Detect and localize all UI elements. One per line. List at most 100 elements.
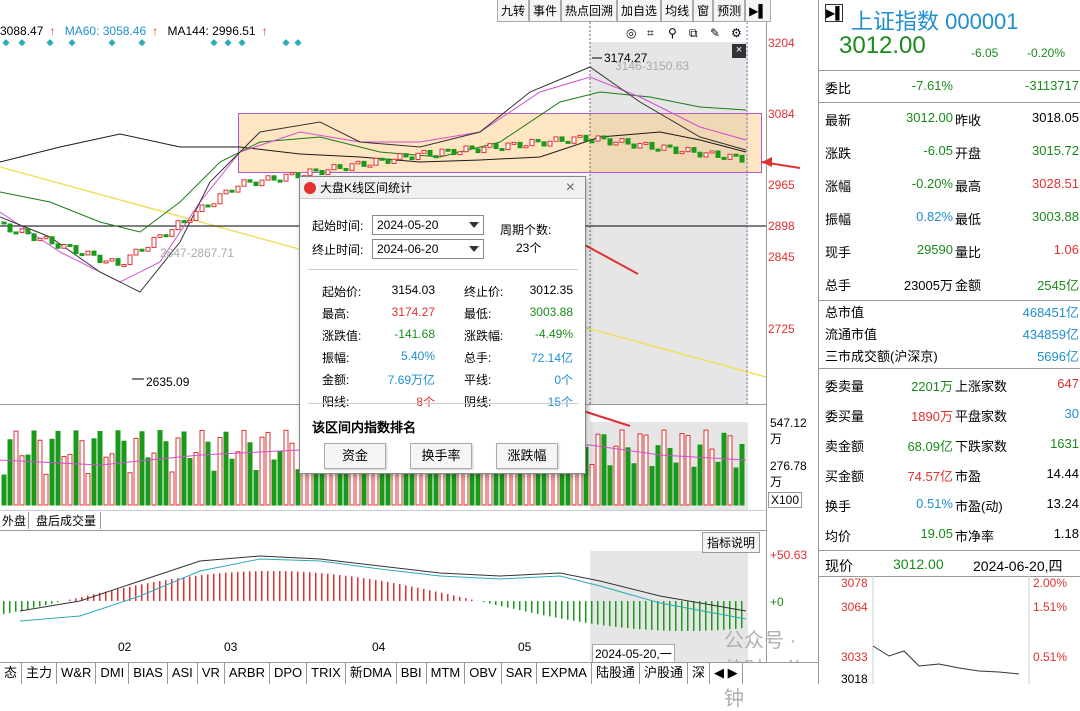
- macd-bar: [333, 574, 335, 601]
- tab-indicator[interactable]: W&R: [57, 663, 96, 684]
- macd-bar: [597, 601, 599, 625]
- tab-indicator[interactable]: 沪股通: [640, 663, 688, 684]
- volume-bar: [296, 470, 300, 505]
- volume-bar: [722, 433, 726, 505]
- chart-close-button[interactable]: ×: [732, 44, 746, 58]
- macd-bar: [159, 581, 161, 601]
- macd-bar: [327, 574, 329, 601]
- change-pct-button[interactable]: 涨跌幅: [496, 443, 558, 469]
- volume-bar: [254, 470, 258, 505]
- tab-indicator[interactable]: 主力: [22, 663, 57, 684]
- volume-bar: [134, 438, 138, 505]
- macd-bar: [225, 573, 227, 601]
- tab-indicator[interactable]: BIAS: [129, 663, 168, 684]
- volume-bar: [8, 440, 12, 505]
- indicator-help-button[interactable]: 指标说明: [702, 532, 760, 553]
- mini-tick: 3033: [841, 650, 868, 664]
- volume-bar: [188, 459, 192, 505]
- tab-indicator[interactable]: 深: [688, 663, 710, 684]
- toolbar-ma[interactable]: 均线: [661, 0, 693, 22]
- index-price: 3012.00: [839, 32, 926, 60]
- price-tick: 3204: [768, 36, 795, 50]
- tab-indicator[interactable]: SAR: [502, 663, 538, 684]
- toolbar-last-icon[interactable]: ▶▌: [745, 0, 771, 22]
- dialog-titlebar[interactable]: 大盘K线区间统计 ×: [300, 177, 585, 199]
- macd-tick: +0: [770, 595, 784, 609]
- toolbar-window[interactable]: 窗: [693, 0, 713, 22]
- tab-indicator[interactable]: TRIX: [307, 663, 346, 684]
- volume-bar: [20, 456, 24, 505]
- volume-bar: [734, 468, 738, 505]
- turnover-button[interactable]: 换手率: [410, 443, 472, 469]
- macd-bar: [513, 601, 515, 609]
- panel-toggle-icon[interactable]: ▶▌: [825, 4, 843, 22]
- copy-icon[interactable]: ⧉: [689, 26, 698, 41]
- tab-indicator[interactable]: OBV: [465, 663, 501, 684]
- tab-indicator[interactable]: ARBR: [225, 663, 270, 684]
- tab-indicator[interactable]: DMI: [96, 663, 129, 684]
- tab-indicator[interactable]: MTM: [427, 663, 466, 684]
- volume-bar: [236, 452, 240, 505]
- end-select[interactable]: 2024-06-20: [372, 239, 484, 259]
- volume-bar: [170, 472, 174, 505]
- funds-button[interactable]: 资金: [324, 443, 386, 469]
- volume-bar: [140, 432, 144, 505]
- tab-indicator[interactable]: DPO: [270, 663, 307, 684]
- lock-icon[interactable]: ⚲: [668, 26, 677, 40]
- eye-icon[interactable]: ◎: [626, 26, 636, 40]
- stat-label: 平线:: [464, 371, 491, 388]
- tab-indicator[interactable]: 新DMA: [346, 663, 397, 684]
- tab-outer-disk[interactable]: 外盘: [0, 512, 29, 529]
- macd-bar: [495, 601, 497, 605]
- volume-bar: [698, 445, 702, 505]
- macd-bar: [681, 601, 683, 631]
- tab-indicator[interactable]: VR: [198, 663, 225, 684]
- chevron-down-icon: [469, 222, 479, 228]
- quote-row: 现手 29590 量比 1.06: [819, 234, 1080, 266]
- tab-indicator[interactable]: 态: [0, 663, 22, 684]
- volume-bar: [266, 432, 270, 505]
- macd-bar: [231, 572, 233, 601]
- macd-bar: [627, 601, 629, 628]
- macd-bar: [543, 601, 545, 615]
- volume-bar: [284, 430, 288, 505]
- macd-bar: [45, 601, 47, 605]
- edit-icon[interactable]: ✎: [710, 26, 720, 40]
- macd-bar: [345, 576, 347, 601]
- macd-bar: [27, 601, 29, 609]
- quote-row: 最新 3012.00 昨收 3018.05: [819, 102, 1080, 134]
- volume-bar: [212, 471, 216, 505]
- tab-after-hours-volume[interactable]: 盘后成交量: [32, 512, 101, 529]
- volume-bar: [158, 431, 162, 505]
- tab-indicator[interactable]: EXPMA: [537, 663, 592, 684]
- toolbar-forecast[interactable]: 预测: [713, 0, 745, 22]
- toolbar-add-watch[interactable]: 加自选: [617, 0, 661, 22]
- toolbar-nine-turn[interactable]: 九转: [497, 0, 529, 22]
- tab-indicator[interactable]: BBI: [397, 663, 427, 684]
- tab-indicator[interactable]: 陆股通: [592, 663, 640, 684]
- volume-bar: [278, 451, 282, 505]
- end-label: 终止时间:: [312, 241, 363, 258]
- share-icon[interactable]: ⌗: [647, 26, 654, 41]
- macd-bar: [615, 601, 617, 627]
- toolbar-hot-review[interactable]: 热点回溯: [561, 0, 617, 22]
- volume-bar: [32, 431, 36, 505]
- mini-tick: 3064: [841, 600, 868, 614]
- volume-bar: [98, 432, 102, 505]
- settings-icon[interactable]: ⚙: [731, 26, 742, 40]
- mini-intraday-chart: [819, 576, 1080, 684]
- stat-value: 15个: [548, 393, 573, 410]
- volume-bar: [146, 458, 150, 505]
- macd-bar: [693, 601, 695, 631]
- toolbar-events[interactable]: 事件: [529, 0, 561, 22]
- tab-scroll-arrows[interactable]: ◀ ▶: [710, 663, 743, 684]
- start-select[interactable]: 2024-05-20: [372, 215, 484, 235]
- macd-bar: [165, 580, 167, 601]
- price-tick: 2845: [768, 250, 795, 264]
- macd-bar: [195, 576, 197, 601]
- close-icon[interactable]: ×: [566, 177, 575, 199]
- tab-indicator[interactable]: ASI: [168, 663, 198, 684]
- volume-bar: [182, 432, 186, 505]
- stat-value: 7.69万亿: [388, 371, 435, 388]
- date-label: 04: [372, 640, 385, 654]
